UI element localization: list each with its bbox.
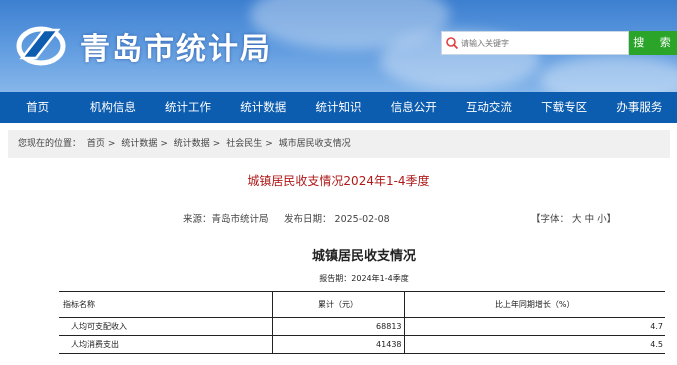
site-logo-icon[interactable] xyxy=(14,22,70,68)
nav-item-services[interactable]: 办事服务 xyxy=(602,92,677,123)
font-size-large[interactable]: 大 xyxy=(572,214,582,225)
article-title: 城镇居民收支情况2024年1-4季度 xyxy=(247,174,430,188)
nav-item-organization[interactable]: 机构信息 xyxy=(75,92,150,123)
breadcrumb-separator: > xyxy=(265,139,273,149)
breadcrumb-separator: > xyxy=(160,139,168,149)
font-size-label: 【字体： xyxy=(531,214,570,225)
nav-item-home[interactable]: 首页 xyxy=(0,92,75,123)
breadcrumb-item-social-livelihood[interactable]: 社会民生 xyxy=(226,139,262,149)
header-cloud xyxy=(540,55,677,92)
article-date: 发布日期： 2025-02-08 xyxy=(284,214,390,225)
table-header-row: 指标名称 累计（元） 比上年同期增长（%） xyxy=(59,291,665,318)
data-table: 指标名称 累计（元） 比上年同期增长（%） 人均可支配收入 68813 4.7 … xyxy=(59,291,665,354)
breadcrumb-prefix: 您现在的位置： xyxy=(18,139,82,149)
table-row: 人均消费支出 41438 4.5 xyxy=(59,335,665,354)
table-cell-indicator: 人均可支配收入 xyxy=(59,317,273,336)
nav-item-info-disclosure[interactable]: 信息公开 xyxy=(376,92,451,123)
table-cell-cumulative: 68813 xyxy=(272,317,405,336)
nav-item-interaction[interactable]: 互动交流 xyxy=(451,92,526,123)
table-header-growth: 比上年同期增长（%） xyxy=(404,291,665,318)
breadcrumb-item-statistical-data[interactable]: 统计数据 xyxy=(121,139,157,149)
breadcrumb-item-statistical-data-2[interactable]: 统计数据 xyxy=(174,139,210,149)
site-title[interactable]: 青岛市统计局 xyxy=(80,24,272,68)
breadcrumb-item-home[interactable]: 首页 xyxy=(87,139,105,149)
nav-item-statistical-work[interactable]: 统计工作 xyxy=(150,92,225,123)
breadcrumb-separator: > xyxy=(212,139,221,149)
breadcrumb-separator: > xyxy=(107,139,116,149)
search-icon xyxy=(446,37,459,50)
table-header-indicator: 指标名称 xyxy=(59,291,273,318)
report-period: 报告期：2024年1-4季度 xyxy=(319,274,409,283)
font-size-small[interactable]: 小 xyxy=(597,214,607,225)
nav-item-statistical-data[interactable]: 统计数据 xyxy=(226,92,301,123)
font-size-close: 】 xyxy=(606,214,617,225)
document-title: 城镇居民收支情况 xyxy=(311,249,416,264)
nav-item-statistical-knowledge[interactable]: 统计知识 xyxy=(301,92,376,123)
nav-item-downloads[interactable]: 下载专区 xyxy=(527,92,602,123)
table-cell-cumulative: 41438 xyxy=(272,335,405,354)
search-box xyxy=(441,31,629,55)
table-row: 人均可支配收入 68813 4.7 xyxy=(59,317,665,336)
table-header-cumulative: 累计（元） xyxy=(272,291,405,318)
font-size-switcher: 【字体： 大 中 小】 xyxy=(531,211,616,225)
table-cell-indicator: 人均消费支出 xyxy=(59,335,273,354)
font-size-medium[interactable]: 中 xyxy=(585,214,595,225)
table-cell-growth: 4.7 xyxy=(404,317,665,336)
search-button[interactable]: 搜 索 xyxy=(629,31,677,55)
main-nav: 首页 机构信息 统计工作 统计数据 统计知识 信息公开 互动交流 下载专区 办事… xyxy=(0,92,677,123)
site-header: 青岛市统计局 搜 索 xyxy=(0,0,677,92)
breadcrumb-item-current[interactable]: 城市居民收支情况 xyxy=(279,139,351,149)
table-cell-growth: 4.5 xyxy=(404,335,665,354)
article-source: 来源：青岛市统计局 xyxy=(183,214,269,225)
search-input[interactable] xyxy=(459,33,619,53)
breadcrumb: 您现在的位置： 首页 > 统计数据 > 统计数据 > 社会民生 > 城市居民收支情况 xyxy=(8,130,670,158)
